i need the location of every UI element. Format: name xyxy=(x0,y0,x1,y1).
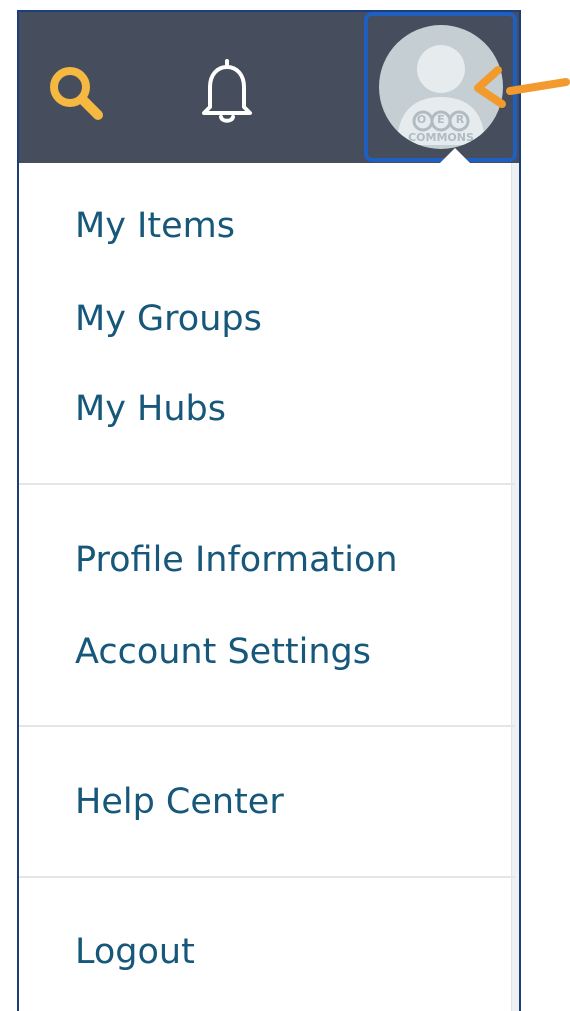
menu-divider xyxy=(19,483,515,485)
bell-icon xyxy=(202,59,252,123)
menu-divider xyxy=(19,725,515,727)
menu-item-profile-information[interactable]: Profile Information xyxy=(75,538,398,582)
search-button[interactable] xyxy=(47,64,107,124)
menu-divider xyxy=(19,876,515,878)
menu-scrollbar[interactable] xyxy=(511,163,519,1011)
dropdown-caret xyxy=(440,148,470,163)
menu-item-help-center[interactable]: Help Center xyxy=(75,780,284,824)
search-icon xyxy=(50,67,103,120)
menu-item-my-items[interactable]: My Items xyxy=(75,204,235,248)
notifications-button[interactable] xyxy=(194,55,260,127)
top-navigation-bar: OER COMMONS xyxy=(19,12,519,163)
menu-item-account-settings[interactable]: Account Settings xyxy=(75,630,371,674)
menu-item-my-groups[interactable]: My Groups xyxy=(75,297,262,341)
avatar-commons-text: COMMONS xyxy=(408,131,474,144)
user-dropdown-menu xyxy=(19,163,519,1011)
menu-item-logout[interactable]: Logout xyxy=(75,930,195,974)
app-frame: OER COMMONS My Items My Groups My Hubs P… xyxy=(17,10,521,1011)
menu-item-my-hubs[interactable]: My Hubs xyxy=(75,387,226,431)
arrow-pointer-icon xyxy=(466,62,570,120)
